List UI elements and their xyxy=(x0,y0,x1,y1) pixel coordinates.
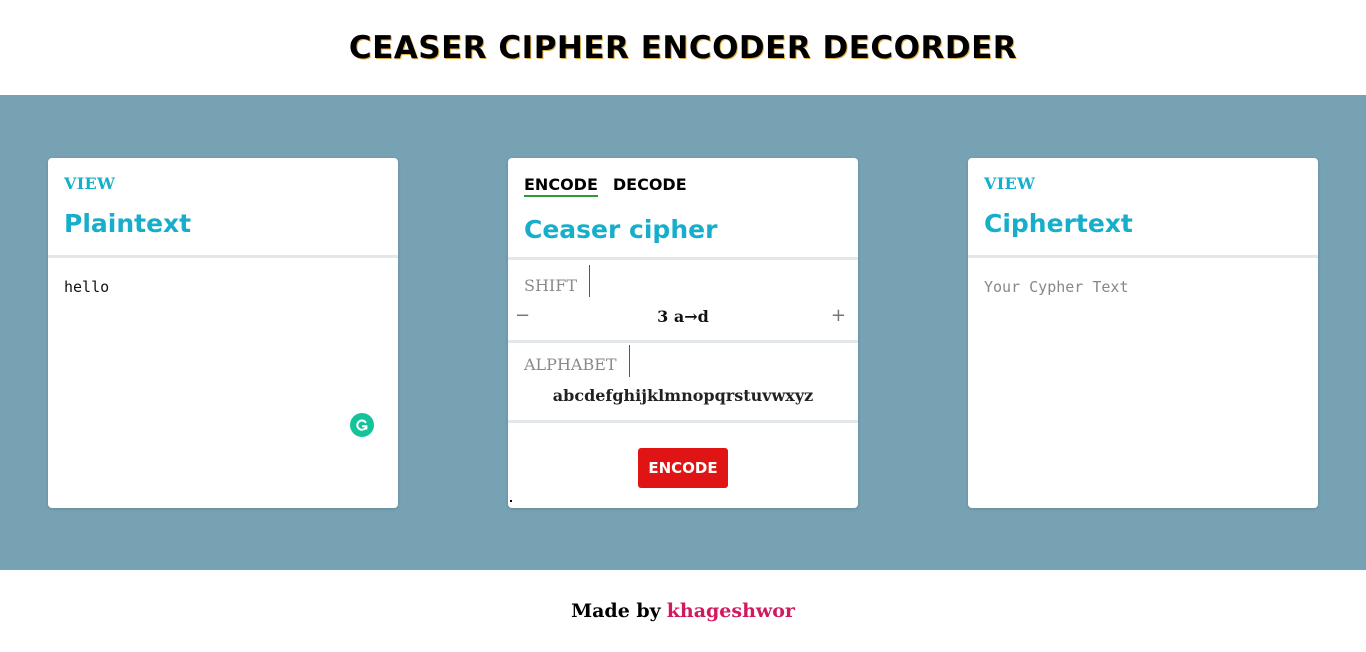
cipher-card: ENCODE DECODE Ceaser cipher SHIFT − 3 a→… xyxy=(508,158,858,508)
stray-dot xyxy=(510,500,512,502)
plaintext-input[interactable]: hello xyxy=(48,258,398,508)
ciphertext-card-header: VIEW Ciphertext xyxy=(968,158,1318,258)
shift-field: SHIFT − 3 a→d + xyxy=(508,263,858,343)
plus-icon[interactable]: + xyxy=(831,305,846,326)
shift-value: 3 a→d xyxy=(657,307,709,326)
shift-label: SHIFT xyxy=(524,276,578,295)
plaintext-view-link[interactable]: VIEW xyxy=(64,174,382,193)
mode-tabs: ENCODE DECODE xyxy=(524,175,842,197)
cipher-title: Ceaser cipher xyxy=(524,215,718,244)
ciphertext-title: Ciphertext xyxy=(984,209,1133,238)
plaintext-card-header: VIEW Plaintext xyxy=(48,158,398,258)
alphabet-field: ALPHABET abcdefghijklmnopqrstuvwxyz xyxy=(508,343,858,423)
encode-button[interactable]: ENCODE xyxy=(638,448,728,488)
ciphertext-card: VIEW Ciphertext Your Cypher Text xyxy=(968,158,1318,508)
footer-author-link[interactable]: khageshwor xyxy=(667,600,795,622)
plaintext-title: Plaintext xyxy=(64,209,192,238)
alphabet-label: ALPHABET xyxy=(524,355,617,374)
alphabet-value[interactable]: abcdefghijklmnopqrstuvwxyz xyxy=(508,386,858,405)
tab-decode[interactable]: DECODE xyxy=(613,175,687,197)
footer-credit-prefix: Made by xyxy=(571,600,661,622)
ciphertext-view-link[interactable]: VIEW xyxy=(984,174,1302,193)
cipher-card-header: ENCODE DECODE Ceaser cipher xyxy=(508,158,858,260)
shift-divider xyxy=(589,265,590,297)
ciphertext-output[interactable]: Your Cypher Text xyxy=(968,258,1318,508)
page-footer: Made by khageshwor xyxy=(0,570,1366,652)
grammarly-icon[interactable] xyxy=(350,413,374,437)
tab-encode[interactable]: ENCODE xyxy=(524,175,598,197)
plaintext-card: VIEW Plaintext hello xyxy=(48,158,398,508)
page-title: CEASER CIPHER ENCODER DECORDER xyxy=(348,29,1018,66)
alphabet-divider xyxy=(629,345,630,377)
main-stage: VIEW Plaintext hello ENCODE DECODE Cease… xyxy=(0,95,1366,570)
page-header: CEASER CIPHER ENCODER DECORDER xyxy=(0,0,1366,95)
